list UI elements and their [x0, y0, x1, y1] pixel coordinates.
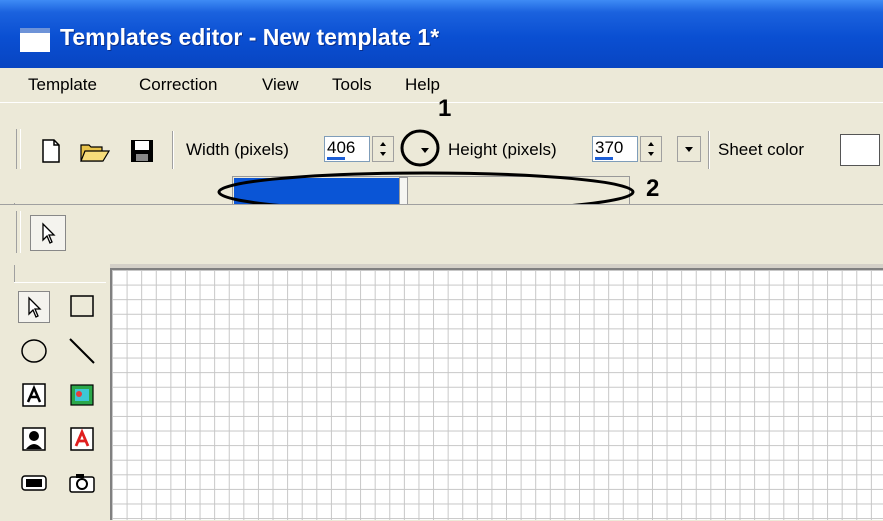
- height-dropdown-button[interactable]: [677, 136, 701, 162]
- width-value: 406: [327, 138, 356, 157]
- colored-text-tool[interactable]: [66, 423, 98, 455]
- callout-label-2: 2: [646, 175, 660, 202]
- spin-down-icon[interactable]: [648, 152, 654, 156]
- menu-tools[interactable]: Tools: [332, 75, 372, 95]
- toolbar-separator: [708, 131, 710, 169]
- menu-view[interactable]: View: [262, 75, 299, 95]
- new-file-icon[interactable]: [40, 139, 62, 163]
- pointer-icon: [42, 222, 56, 244]
- pointer-icon: [28, 296, 42, 318]
- menu-correction[interactable]: Correction: [139, 75, 217, 95]
- text-icon: [22, 383, 46, 407]
- camera-icon: [69, 474, 95, 493]
- select-tool[interactable]: [18, 291, 50, 323]
- callout-circle-1: [400, 129, 440, 167]
- pointer-button[interactable]: [30, 215, 66, 251]
- menu-help[interactable]: Help: [405, 75, 440, 95]
- photo-tool[interactable]: [18, 423, 50, 455]
- height-value: 370: [595, 138, 624, 157]
- chevron-down-icon: [685, 147, 693, 152]
- ellipse-tool[interactable]: [18, 335, 50, 367]
- sheet-color-swatch[interactable]: [840, 134, 880, 166]
- save-icon[interactable]: [130, 139, 154, 163]
- window-icon: [20, 28, 50, 52]
- toolbar-grip[interactable]: [16, 211, 21, 253]
- width-field[interactable]: 406: [324, 136, 370, 162]
- camera-tool[interactable]: [66, 467, 98, 499]
- spin-up-icon[interactable]: [380, 142, 386, 146]
- spin-up-icon[interactable]: [648, 142, 654, 146]
- height-spinner[interactable]: [640, 136, 662, 162]
- rectangle-icon: [70, 295, 94, 317]
- toolbar-separator: [172, 131, 174, 169]
- callout-label-1: 1: [438, 95, 452, 122]
- width-caret: [327, 157, 345, 160]
- colored-text-icon: [70, 427, 94, 451]
- height-caret: [595, 157, 613, 160]
- width-spinner[interactable]: [372, 136, 394, 162]
- title-bar: Templates editor - New template 1*: [0, 0, 883, 68]
- image-icon: [70, 384, 94, 406]
- height-field[interactable]: 370: [592, 136, 638, 162]
- photo-icon: [22, 427, 46, 451]
- open-folder-icon[interactable]: [80, 141, 110, 163]
- spin-down-icon[interactable]: [380, 152, 386, 156]
- button-icon: [21, 475, 47, 491]
- image-tool[interactable]: [66, 379, 98, 411]
- rectangle-tool[interactable]: [66, 291, 98, 323]
- line-icon: [69, 338, 95, 364]
- width-label: Width (pixels): [186, 140, 289, 159]
- secondary-toolbar: [0, 204, 883, 265]
- toolbar-grip[interactable]: [16, 129, 21, 169]
- template-canvas[interactable]: [110, 268, 883, 520]
- text-tool[interactable]: [18, 379, 50, 411]
- ellipse-icon: [21, 339, 47, 363]
- sheet-color-label: Sheet color: [718, 140, 804, 159]
- line-tool[interactable]: [66, 335, 98, 367]
- tool-palette: [14, 282, 106, 521]
- button-tool[interactable]: [18, 467, 50, 499]
- window-title: Templates editor - New template 1*: [60, 24, 440, 50]
- menu-template[interactable]: Template: [28, 75, 97, 95]
- height-label: Height (pixels): [448, 140, 557, 159]
